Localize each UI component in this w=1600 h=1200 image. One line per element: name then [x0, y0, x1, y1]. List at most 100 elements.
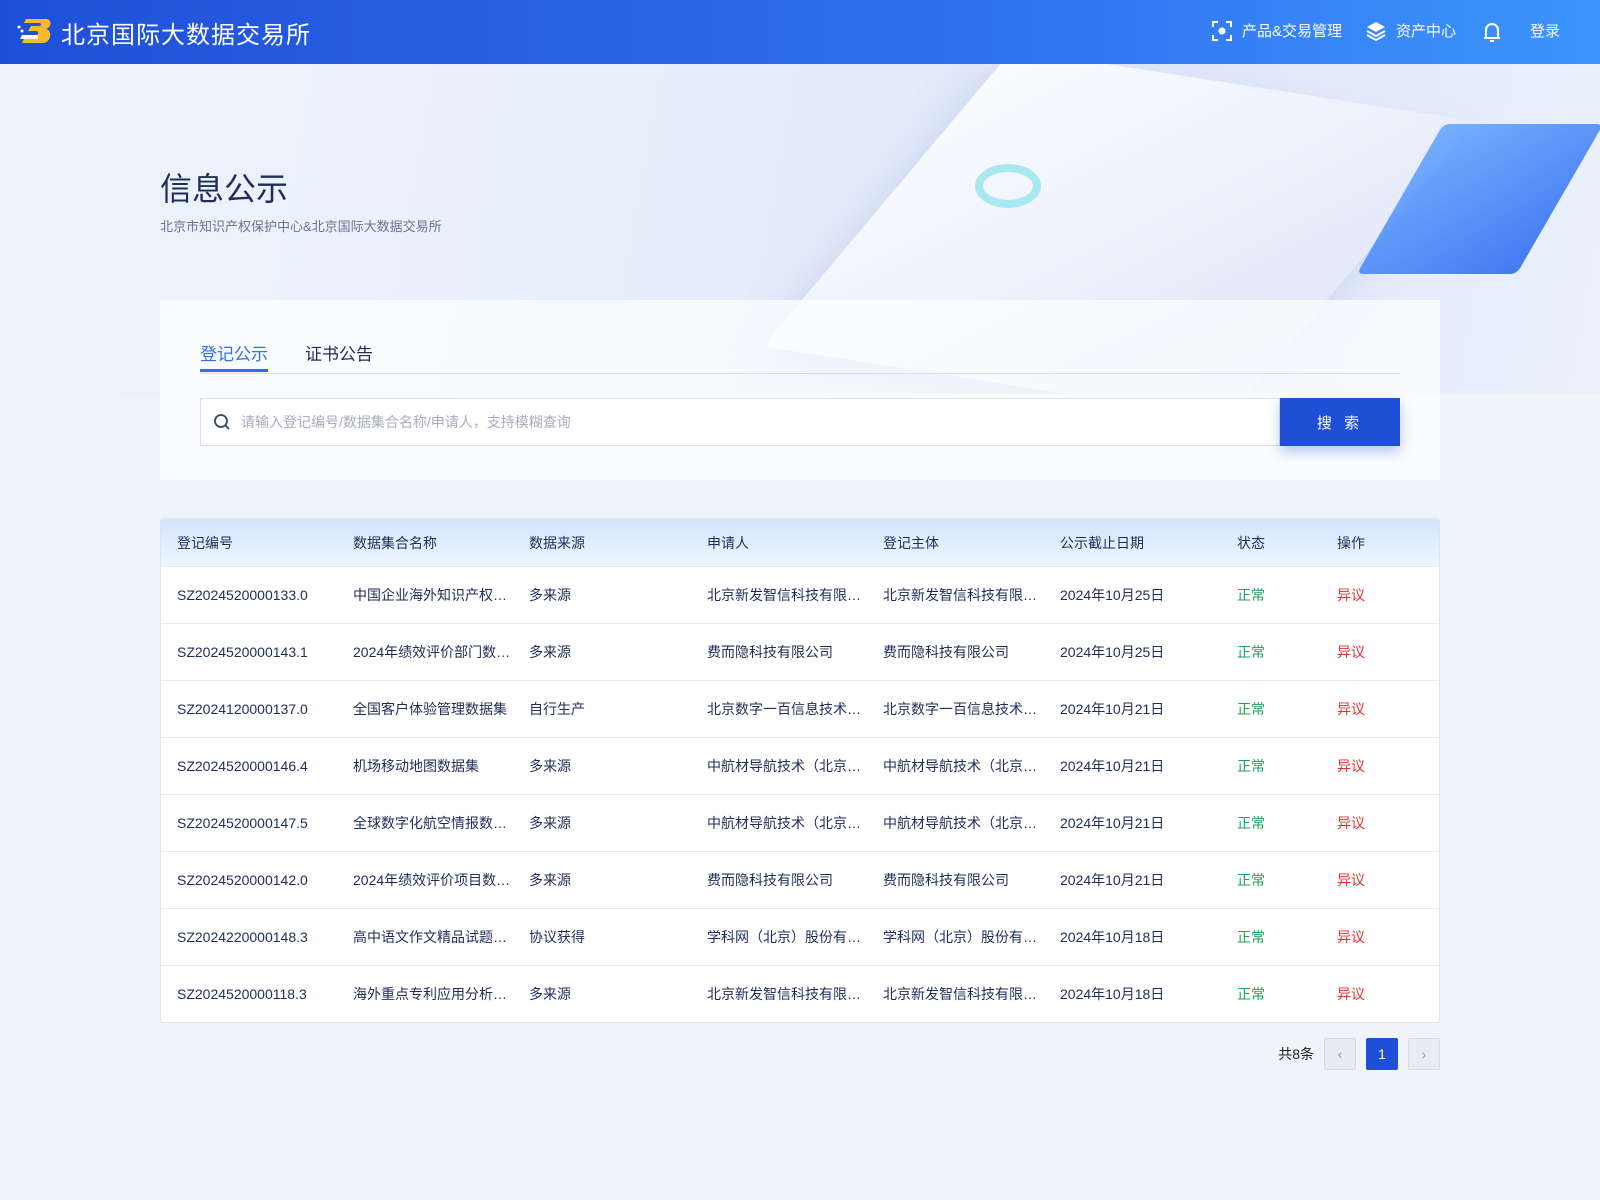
- table-row[interactable]: SZ2024520000146.4 机场移动地图数据集 多来源 中航材导航技术（北京）…: [161, 737, 1439, 794]
- applicant: 费而隐科技有限公司: [707, 872, 833, 888]
- data-source: 多来源: [529, 587, 571, 603]
- search-icon: [214, 414, 230, 430]
- registrant: 学科网（北京）股份有限公司: [883, 929, 1044, 945]
- applicant: 费而隐科技有限公司: [707, 644, 833, 660]
- table-row[interactable]: SZ2024520000142.0 2024年绩效评价项目数据集 多来源 费而隐科技有…: [161, 851, 1439, 908]
- page-title: 信息公示: [160, 170, 289, 208]
- dataset-name[interactable]: 中国企业海外知识产权数据集: [337, 585, 513, 605]
- objection-link[interactable]: 异议: [1321, 813, 1421, 833]
- tab-certificate[interactable]: 证书公告: [305, 340, 373, 365]
- applicant: 学科网（北京）股份有限公司: [707, 929, 867, 945]
- decor-ring: [975, 164, 1041, 208]
- page-subtitle: 北京市知识产权保护中心&北京国际大数据交易所: [160, 219, 442, 234]
- reg-number: SZ2024520000147.5: [177, 815, 308, 831]
- registrant: 北京数字一百信息技术有限公司: [883, 701, 1044, 717]
- table-row[interactable]: SZ2024520000147.5 全球数字化航空情报数据集 多来源 中航材导航技术（…: [161, 794, 1439, 851]
- table-row[interactable]: SZ2024520000133.0 中国企业海外知识产权数据集多来源 北京新发智信科…: [161, 566, 1439, 623]
- total-count: 共8条: [1278, 1046, 1314, 1062]
- reg-number: SZ2024520000133.0: [177, 587, 308, 603]
- dataset-name[interactable]: 2024年绩效评价部门数据集: [337, 642, 513, 662]
- search-box: [200, 398, 1280, 446]
- reg-number: SZ2024520000118.3: [177, 986, 307, 1002]
- status: 正常: [1237, 929, 1265, 945]
- dataset-name[interactable]: 机场移动地图数据集: [337, 756, 513, 776]
- bell-icon[interactable]: [1482, 20, 1502, 44]
- applicant: 北京新发智信科技有限公司: [707, 986, 867, 1002]
- data-source: 多来源: [529, 815, 571, 831]
- applicant: 北京新发智信科技有限公司: [707, 587, 867, 603]
- data-source: 多来源: [529, 986, 571, 1002]
- deadline: 2024年10月21日: [1060, 701, 1165, 717]
- page-1-button[interactable]: 1: [1366, 1038, 1398, 1070]
- nav-asset-center-label: 资产中心: [1396, 23, 1457, 40]
- objection-link[interactable]: 异议: [1321, 870, 1421, 890]
- tab-registration[interactable]: 登记公示: [200, 340, 268, 372]
- deadline: 2024年10月25日: [1060, 644, 1165, 660]
- col-header: 数据来源: [529, 534, 585, 551]
- reg-number: SZ2024120000137.0: [177, 701, 308, 717]
- nav-product-trade-label: 产品&交易管理: [1242, 23, 1343, 40]
- status: 正常: [1237, 986, 1265, 1002]
- status: 正常: [1237, 815, 1265, 831]
- registration-table: 登记编号 数据集合名称 数据来源 申请人 登记主体 公示截止日期 状态 操作 S…: [160, 518, 1440, 1023]
- pagination: 共8条 ‹ 1 ›: [1278, 1038, 1440, 1070]
- nav-asset-center[interactable]: 资产中心: [1366, 20, 1456, 41]
- deadline: 2024年10月21日: [1060, 815, 1165, 831]
- top-nav: 北京国际大数据交易所 产品&交易管理 资产中心 登录: [0, 0, 1600, 64]
- data-source: 多来源: [529, 872, 571, 888]
- objection-link[interactable]: 异议: [1321, 642, 1421, 662]
- tab-bar: 登记公示 证书公告: [200, 336, 1400, 374]
- col-header: 公示截止日期: [1060, 534, 1144, 551]
- reg-number: SZ2024220000148.3: [177, 929, 308, 945]
- layers-icon: [1366, 21, 1386, 41]
- data-source: 协议获得: [529, 929, 585, 945]
- search-button[interactable]: 搜 索: [1280, 398, 1400, 446]
- table-row[interactable]: SZ2024120000137.0 全国客户体验管理数据集 自行生产 北京数字一百信息…: [161, 680, 1439, 737]
- applicant: 北京数字一百信息技术有限公司: [707, 701, 867, 717]
- deadline: 2024年10月25日: [1060, 587, 1165, 603]
- table-row[interactable]: SZ2024220000148.3 高中语文作文精品试题数据集协议获得 学科网（北京…: [161, 908, 1439, 965]
- objection-link[interactable]: 异议: [1321, 927, 1421, 947]
- table-row[interactable]: SZ2024520000143.1 2024年绩效评价部门数据集 多来源 费而隐科技有…: [161, 623, 1439, 680]
- col-header: 申请人: [707, 534, 749, 551]
- dataset-name[interactable]: 全球数字化航空情报数据集: [337, 813, 513, 833]
- scan-focus-icon: [1212, 20, 1232, 41]
- table-row[interactable]: SZ2024520000118.3 海外重点专利应用分析数据集多来源 北京新发智信科…: [161, 965, 1439, 1022]
- prev-page-button[interactable]: ‹: [1324, 1038, 1356, 1070]
- reg-number: SZ2024520000143.1: [177, 644, 308, 660]
- col-header: 状态: [1237, 534, 1265, 551]
- registrant: 北京新发智信科技有限公司: [883, 986, 1044, 1002]
- registrant: 中航材导航技术（北京）有限公司: [883, 758, 1044, 774]
- objection-link[interactable]: 异议: [1321, 699, 1421, 719]
- deadline: 2024年10月21日: [1060, 758, 1165, 774]
- deadline: 2024年10月18日: [1060, 929, 1165, 945]
- registrant: 费而隐科技有限公司: [883, 872, 1009, 888]
- dataset-name[interactable]: 全国客户体验管理数据集: [337, 699, 513, 719]
- objection-link[interactable]: 异议: [1321, 585, 1421, 605]
- dataset-name[interactable]: 海外重点专利应用分析数据集: [337, 984, 513, 1004]
- registrant: 北京新发智信科技有限公司: [883, 587, 1044, 603]
- status: 正常: [1237, 587, 1265, 603]
- search-card: 登记公示 证书公告 搜 索: [160, 300, 1440, 480]
- next-page-button[interactable]: ›: [1408, 1038, 1440, 1070]
- deadline: 2024年10月18日: [1060, 986, 1165, 1002]
- status: 正常: [1237, 701, 1265, 717]
- nav-product-trade[interactable]: 产品&交易管理: [1212, 20, 1342, 41]
- dataset-name[interactable]: 高中语文作文精品试题数据集: [337, 927, 513, 947]
- status: 正常: [1237, 872, 1265, 888]
- dataset-name[interactable]: 2024年绩效评价项目数据集: [337, 870, 513, 890]
- col-header: 登记主体: [883, 534, 939, 551]
- objection-link[interactable]: 异议: [1321, 756, 1421, 776]
- table-header: 登记编号 数据集合名称 数据来源 申请人 登记主体 公示截止日期 状态 操作: [161, 519, 1439, 566]
- login-link[interactable]: 登录: [1530, 20, 1560, 41]
- brand-name[interactable]: 北京国际大数据交易所: [61, 15, 311, 50]
- data-source: 自行生产: [529, 701, 585, 717]
- data-source: 多来源: [529, 758, 571, 774]
- objection-link[interactable]: 异议: [1321, 984, 1421, 1004]
- applicant: 中航材导航技术（北京）有限公司: [707, 758, 867, 774]
- data-source: 多来源: [529, 644, 571, 660]
- search-input[interactable]: [241, 414, 1279, 430]
- col-header: 登记编号: [177, 534, 233, 551]
- logo-icon[interactable]: [16, 15, 52, 49]
- reg-number: SZ2024520000142.0: [177, 872, 308, 888]
